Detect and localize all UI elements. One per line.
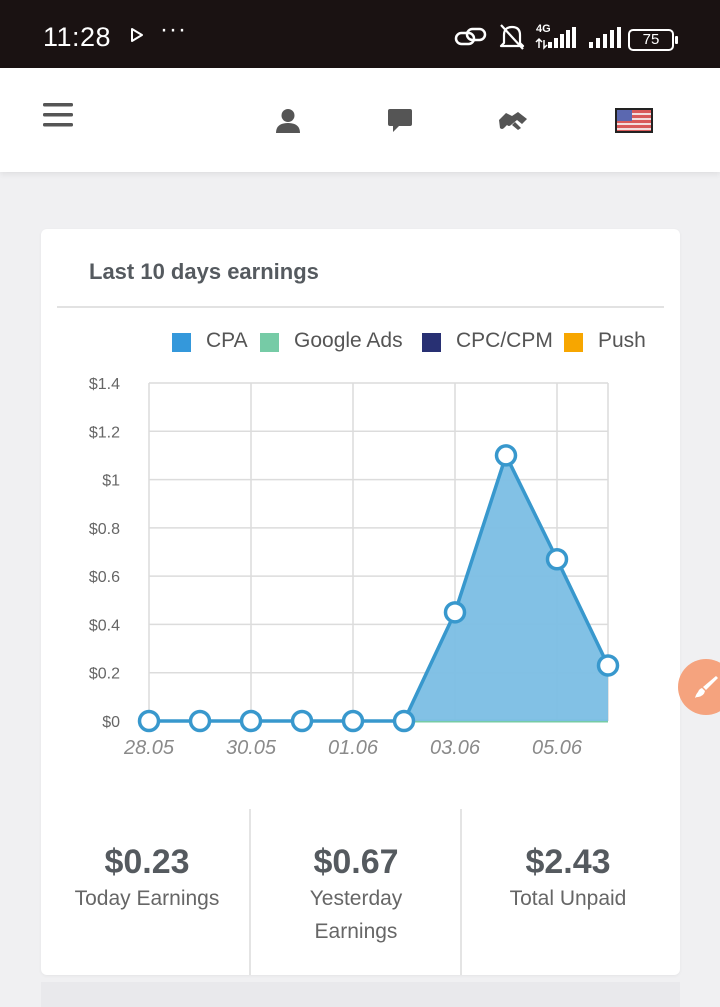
link-icon <box>454 27 487 46</box>
stats-row: $0.23 Today Earnings $0.67 Yesterday Ear… <box>41 809 680 975</box>
earnings-card: Last 10 days earnings CPA Google Ads CPC… <box>41 229 680 975</box>
status-time: 11:28 <box>43 22 112 52</box>
top-navigation <box>0 68 720 172</box>
user-icon[interactable] <box>275 108 301 134</box>
signal-icon-2 <box>589 27 621 48</box>
x-tick-label: 01.06 <box>328 737 379 759</box>
y-tick-label: $1.4 <box>89 376 120 393</box>
y-tick-label: $0.6 <box>89 569 120 586</box>
data-point-cpa <box>596 654 620 677</box>
stat-total-unpaid: $2.43 Total Unpaid <box>462 809 674 975</box>
bell-muted-icon <box>499 24 525 50</box>
handshake-icon[interactable] <box>497 108 529 134</box>
x-tick-label: 03.06 <box>430 737 481 759</box>
data-point-cpa <box>341 709 365 733</box>
data-point-cpa <box>392 709 416 733</box>
x-tick-label: 30.05 <box>226 737 277 759</box>
play-store-icon <box>131 28 143 42</box>
series-area-cpa <box>149 455 608 721</box>
next-card-edge <box>41 982 680 1007</box>
stat-yesterday: $0.67 Yesterday Earnings <box>250 809 462 975</box>
earnings-chart: $0 $0.2 $0.4 $0.6 $0.8 $1 $1.2 $1.4 28.05 30.05 01… <box>89 376 620 759</box>
us-flag-icon[interactable] <box>615 108 653 133</box>
x-tick-label: 28.05 <box>123 737 175 759</box>
stat-value-total-unpaid: $2.43 <box>525 843 611 881</box>
stat-value-yesterday: $0.67 <box>313 843 399 881</box>
battery-icon: 75 <box>628 29 678 51</box>
data-point-cpa <box>239 709 263 733</box>
data-point-cpa <box>545 547 569 571</box>
chat-icon[interactable] <box>387 108 413 134</box>
data-point-cpa <box>494 444 518 467</box>
y-tick-label: $0.8 <box>89 521 120 538</box>
customize-button[interactable] <box>678 659 720 715</box>
data-point-cpa <box>137 709 161 733</box>
stat-label-total-unpaid: Total Unpaid <box>509 887 627 910</box>
data-point-cpa <box>290 709 314 733</box>
data-point-cpa <box>188 709 212 733</box>
stat-today: $0.23 Today Earnings <box>41 809 253 975</box>
y-tick-label: $1.2 <box>89 424 120 441</box>
stat-label-yesterday: Yesterday Earnings <box>309 887 403 943</box>
stat-label-today: Today Earnings <box>74 887 220 910</box>
y-tick-label: $0.4 <box>89 617 120 634</box>
status-bar: 11:28 ··· 4G 75 <box>0 0 720 68</box>
x-tick-label: 05.06 <box>532 737 583 759</box>
y-tick-label: $0.2 <box>89 666 120 683</box>
stat-value-today: $0.23 <box>104 843 190 881</box>
y-tick-label: $1 <box>102 473 120 490</box>
y-tick-label: $0 <box>102 714 120 731</box>
paintbrush-icon <box>695 676 718 698</box>
more-notifications-icon: ··· <box>160 16 187 43</box>
data-point-cpa <box>443 601 467 624</box>
menu-icon[interactable] <box>43 102 73 128</box>
signal-icon <box>535 27 576 50</box>
